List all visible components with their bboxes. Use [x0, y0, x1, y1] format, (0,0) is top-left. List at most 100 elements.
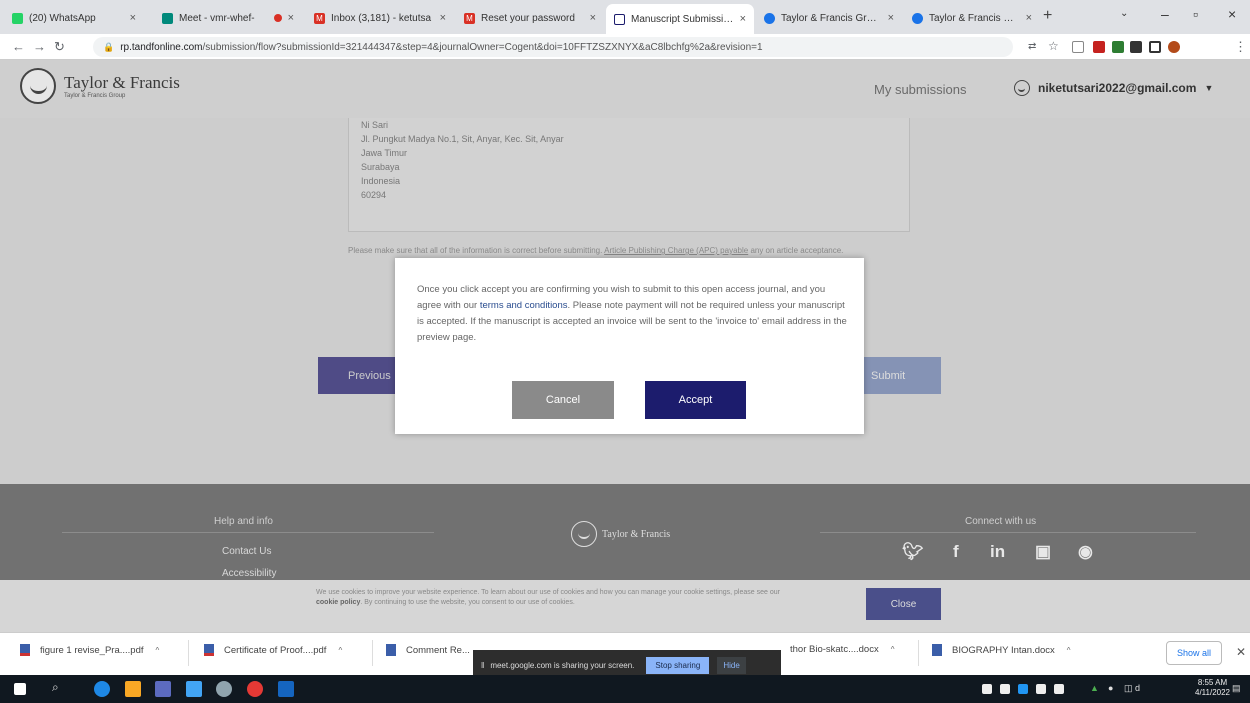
tray-icon[interactable] — [1054, 684, 1064, 694]
previous-button[interactable]: Previous — [318, 357, 396, 394]
tab-whatsapp[interactable]: (20) WhatsApp × — [4, 5, 144, 31]
tab-meet[interactable]: Meet - vmr-whef- × — [154, 5, 302, 31]
accessibility-link[interactable]: Accessibility — [222, 568, 276, 579]
gmail-icon: M — [464, 12, 475, 24]
maximize-button[interactable]: ▫ — [1193, 6, 1198, 22]
menu-icon[interactable]: ⋮ — [1234, 39, 1247, 55]
screen: { "browser": { "tabs": [ {"label": "(20)… — [0, 0, 1250, 703]
notifications-icon[interactable]: ▤ — [1232, 683, 1241, 694]
contact-us-link[interactable]: Contact Us — [222, 546, 271, 557]
download-item[interactable]: thor Bio-skatc....docx ^ — [790, 644, 894, 655]
tray-icon[interactable] — [1018, 684, 1028, 694]
network-icon[interactable]: ● — [1108, 683, 1113, 693]
back-icon[interactable]: ← — [12, 39, 25, 54]
address-line: Surabaya — [361, 162, 400, 172]
linkedin-icon[interactable]: in — [990, 542, 1005, 562]
tf-logo[interactable]: Taylor & Francis Taylor & Francis Group — [20, 68, 180, 104]
tab-reset-password[interactable]: M Reset your password × — [456, 5, 604, 31]
tab-tf-group-2[interactable]: Taylor & Francis Group × — [904, 5, 1040, 31]
download-item[interactable]: Certificate of Proof....pdf ^ — [204, 644, 342, 656]
tab-label: Inbox (3,181) - ketutsa — [331, 12, 432, 24]
twitter-icon[interactable]: 🐦︎ — [902, 542, 924, 562]
footer-logo: Taylor & Francis — [571, 521, 670, 547]
cookie-close-button[interactable]: Close — [866, 588, 941, 620]
close-icon[interactable]: × — [888, 12, 894, 24]
close-icon[interactable]: ✕ — [1236, 645, 1246, 659]
translate-icon[interactable]: ⇄ — [1028, 41, 1036, 52]
extension-icon[interactable] — [1072, 41, 1084, 53]
clock-date: 4/11/2022 — [1195, 688, 1230, 697]
extension-icon[interactable] — [1093, 41, 1105, 53]
cookie-policy-link[interactable]: cookie policy — [316, 599, 360, 606]
close-icon[interactable]: × — [590, 12, 596, 24]
stop-sharing-button[interactable]: Stop sharing — [646, 656, 710, 674]
close-icon[interactable]: × — [130, 12, 136, 24]
bookmark-star-icon[interactable]: ☆ — [1048, 39, 1059, 53]
minimize-button[interactable]: – — [1161, 6, 1169, 22]
user-menu[interactable]: niketutsari2022@gmail.com ▼ — [1014, 80, 1213, 96]
system-clock[interactable]: 8:55 AM 4/11/2022 — [1195, 678, 1230, 698]
chrome-icon[interactable] — [247, 681, 263, 697]
my-submissions-link[interactable]: My submissions — [874, 82, 966, 97]
close-icon[interactable]: × — [740, 13, 746, 25]
sidepanel-icon[interactable] — [1149, 41, 1161, 53]
download-item[interactable]: BIOGRAPHY Intan.docx ^ — [932, 644, 1071, 656]
windows-start-icon[interactable] — [14, 683, 26, 695]
puzzle-icon[interactable] — [1130, 41, 1142, 53]
hide-button[interactable]: Hide — [717, 656, 746, 674]
drive-icon[interactable]: ▲ — [1090, 683, 1099, 693]
submit-button[interactable]: Submit — [863, 357, 941, 394]
facebook-icon[interactable]: f — [953, 542, 959, 562]
new-tab-button[interactable]: + — [1043, 7, 1052, 25]
apc-link[interactable]: Article Publishing Charge (APC) payable — [604, 246, 748, 255]
close-icon[interactable]: × — [440, 12, 446, 24]
close-icon[interactable]: × — [288, 12, 294, 24]
cancel-button[interactable]: Cancel — [512, 381, 614, 419]
download-item[interactable]: Comment Re... — [386, 644, 470, 656]
tab-label: Reset your password — [481, 12, 575, 24]
weibo-icon[interactable]: ◉ — [1078, 542, 1093, 562]
tab-inbox[interactable]: M Inbox (3,181) - ketutsa × — [306, 5, 454, 31]
search-icon[interactable]: ⌕ — [52, 680, 59, 695]
download-item[interactable]: figure 1 revise_Pra....pdf ^ — [20, 644, 159, 656]
show-all-button[interactable]: Show all — [1166, 641, 1222, 665]
mail-icon[interactable] — [186, 681, 202, 697]
extension-icon[interactable] — [1112, 41, 1124, 53]
tab-tf-group-1[interactable]: Taylor & Francis Group × — [756, 5, 902, 31]
chevron-up-icon[interactable]: ^ — [891, 645, 895, 654]
chevron-up-icon[interactable]: ^ — [338, 646, 342, 655]
close-window-button[interactable]: × — [1228, 6, 1236, 22]
accept-button[interactable]: Accept — [645, 381, 746, 419]
profile-avatar[interactable] — [1168, 41, 1180, 53]
reload-icon[interactable]: ↻ — [54, 39, 65, 55]
word-file-icon — [932, 644, 942, 656]
tab-search-icon[interactable]: ⌄ — [1120, 8, 1128, 19]
chevron-up-icon[interactable]: ^ — [156, 646, 160, 655]
address-line: Jl. Pungkut Madya No.1, Sit, Anyar, Kec.… — [361, 134, 564, 144]
word-icon[interactable] — [278, 681, 294, 697]
tray-icon[interactable] — [982, 684, 992, 694]
file-explorer-icon[interactable] — [125, 681, 141, 697]
address-bar[interactable]: 🔒 rp.tandfonline.com /submission/flow?su… — [93, 37, 1013, 57]
volume-icon[interactable]: ◫ d — [1124, 683, 1140, 694]
chevron-up-icon[interactable]: ^ — [1067, 646, 1071, 655]
browser-toolbar: ← → ↻ 🔒 rp.tandfonline.com /submission/f… — [0, 34, 1250, 60]
app-icon[interactable] — [155, 681, 171, 697]
edge-icon[interactable] — [94, 681, 110, 697]
share-text: meet.google.com is sharing your screen. — [490, 660, 635, 670]
confirmation-note: Please make sure that all of the informa… — [348, 244, 908, 257]
tray-icon[interactable] — [1036, 684, 1046, 694]
tab-manuscript-submission[interactable]: Manuscript Submission × — [606, 4, 754, 34]
tab-label: Taylor & Francis Group — [929, 12, 1020, 24]
tray-icon[interactable] — [1000, 684, 1010, 694]
brand-name: Taylor & Francis — [64, 73, 180, 92]
forward-icon[interactable]: → — [33, 39, 46, 54]
close-icon[interactable]: × — [1026, 12, 1032, 24]
note-text: Please make sure that all of the informa… — [348, 246, 603, 255]
divider — [372, 640, 373, 666]
dialog-message: Once you click accept you are confirming… — [417, 284, 847, 343]
youtube-icon[interactable]: ▣ — [1035, 542, 1051, 562]
terms-link[interactable]: terms and conditions — [480, 300, 568, 311]
divider — [188, 640, 189, 666]
app-icon[interactable] — [216, 681, 232, 697]
